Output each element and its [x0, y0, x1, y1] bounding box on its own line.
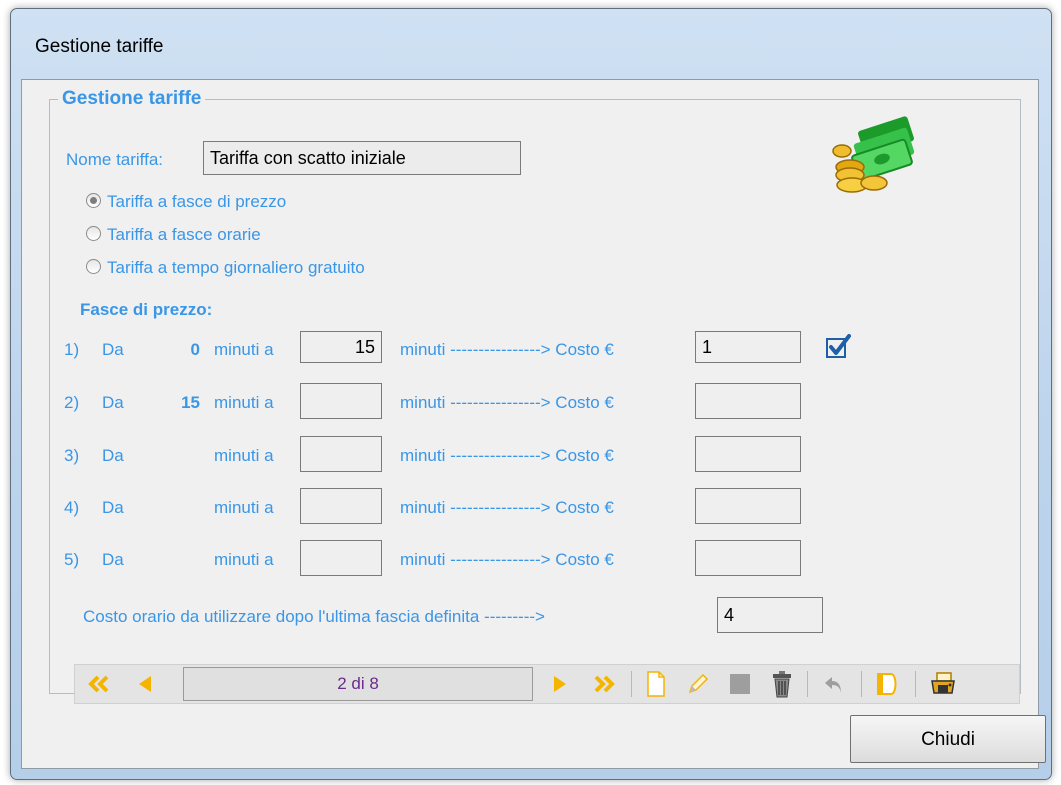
band-row-1-to-input[interactable] — [300, 331, 382, 363]
band-row-4-cost-input[interactable] — [695, 488, 801, 524]
new-record-button[interactable] — [637, 665, 675, 703]
band-row-2-da: Da — [102, 393, 124, 412]
band-row-1-cost-input[interactable] — [695, 331, 801, 363]
toolbar-separator — [631, 671, 632, 697]
band-row-5-minuti-a: minuti a — [214, 550, 274, 569]
open-document-button[interactable] — [869, 665, 907, 703]
band-row-4-index: 4) — [64, 498, 80, 517]
band-row-5-arrow-label: minuti ----------------> Costo € — [400, 550, 614, 569]
money-icon — [832, 116, 915, 193]
undo-arrow-icon — [825, 677, 841, 693]
printer-icon — [931, 672, 955, 694]
band-row-5-da: Da — [102, 550, 124, 569]
band-row-2-minuti-a: minuti a — [214, 393, 274, 412]
radio-fasce-prezzo[interactable]: Tariffa a fasce di prezzo — [86, 192, 286, 212]
bands-heading: Fasce di prezzo: — [80, 300, 213, 319]
next-record-button[interactable] — [543, 665, 577, 703]
radio-fasce-orarie-label: Tariffa a fasce orarie — [107, 225, 261, 244]
band-row-5-cost-input[interactable] — [695, 540, 801, 576]
document-bracket-icon — [877, 673, 897, 695]
triangle-right-icon — [554, 676, 566, 692]
hourly-cost-label: Costo orario da utilizzare dopo l'ultima… — [83, 607, 545, 626]
window-title: Gestione tariffe — [35, 36, 164, 57]
radio-indicator[interactable] — [86, 226, 101, 241]
band-row-2-cost-input[interactable] — [695, 383, 801, 419]
record-counter: 2 di 8 — [183, 667, 533, 701]
toolbar-separator — [807, 671, 808, 697]
band-row-2-index: 2) — [64, 393, 80, 412]
triangle-left-icon — [139, 676, 151, 692]
band-row-2-arrow-label: minuti ----------------> Costo € — [400, 393, 614, 412]
band-row-4-da: Da — [102, 498, 124, 517]
band-row-1-arrow-label: minuti ----------------> Costo € — [400, 340, 614, 359]
toolbar-separator — [915, 671, 916, 697]
band-row-2-from: 15 — [181, 393, 200, 412]
band-row-3-arrow-label: minuti ----------------> Costo € — [400, 446, 614, 465]
window-client-area: Gestione tariffe Nome tariffa: Tariffa c… — [21, 79, 1046, 769]
band-row-1-index: 1) — [64, 340, 80, 359]
band-row-4-to-input[interactable] — [300, 488, 382, 524]
band-row-3-index: 3) — [64, 446, 80, 465]
pencil-icon — [688, 673, 709, 694]
tariff-name-input[interactable] — [203, 141, 521, 175]
save-icon — [730, 674, 750, 694]
radio-fasce-prezzo-label: Tariffa a fasce di prezzo — [107, 192, 287, 211]
title-bar[interactable]: Gestione tariffe — [11, 9, 1051, 79]
band-row-4-minuti-a: minuti a — [214, 498, 274, 517]
record-navigator: 2 di 8 — [74, 664, 1020, 704]
print-button[interactable] — [923, 665, 963, 703]
groupbox-title: Gestione tariffe — [58, 88, 206, 110]
toolbar-separator — [861, 671, 862, 697]
band-row-1-from: 0 — [190, 340, 200, 359]
tariff-groupbox: Gestione tariffe Nome tariffa: Tariffa c… — [49, 88, 1021, 704]
band-row-3-da: Da — [102, 446, 124, 465]
band-row-3-cost-input[interactable] — [695, 436, 801, 472]
delete-record-button[interactable] — [763, 665, 801, 703]
band-row-2-to-input[interactable] — [300, 383, 382, 419]
band-row-1-da: Da — [102, 340, 124, 359]
radio-fasce-orarie[interactable]: Tariffa a fasce orarie — [86, 225, 261, 245]
band-row-5-index: 5) — [64, 550, 80, 569]
hourly-cost-input[interactable] — [717, 597, 823, 633]
first-record-button[interactable] — [81, 665, 117, 703]
save-record-button[interactable] — [721, 665, 759, 703]
new-document-icon — [647, 671, 665, 697]
band-row-3-to-input[interactable] — [300, 436, 382, 472]
radio-indicator[interactable] — [86, 259, 101, 274]
checkmark-icon[interactable] — [825, 333, 851, 359]
double-chevron-right-icon — [594, 675, 615, 693]
last-record-button[interactable] — [585, 665, 623, 703]
tariff-window: Gestione tariffe Gestione tariffe Nome t… — [10, 8, 1052, 780]
tariff-name-label: Nome tariffa: — [66, 150, 164, 169]
radio-tempo-gratuito-label: Tariffa a tempo giornaliero gratuito — [107, 258, 365, 277]
radio-tempo-gratuito[interactable]: Tariffa a tempo giornaliero gratuito — [86, 258, 365, 278]
band-row-5-to-input[interactable] — [300, 540, 382, 576]
band-row-4-arrow-label: minuti ----------------> Costo € — [400, 498, 614, 517]
band-row-1-minuti-a: minuti a — [214, 340, 274, 359]
close-button[interactable]: Chiudi — [850, 715, 1046, 763]
edit-record-button[interactable] — [679, 665, 717, 703]
double-chevron-left-icon — [88, 675, 109, 693]
undo-button[interactable] — [815, 665, 853, 703]
previous-record-button[interactable] — [127, 665, 163, 703]
band-row-3-minuti-a: minuti a — [214, 446, 274, 465]
radio-selected-indicator[interactable] — [86, 193, 101, 208]
trash-icon — [773, 671, 791, 698]
